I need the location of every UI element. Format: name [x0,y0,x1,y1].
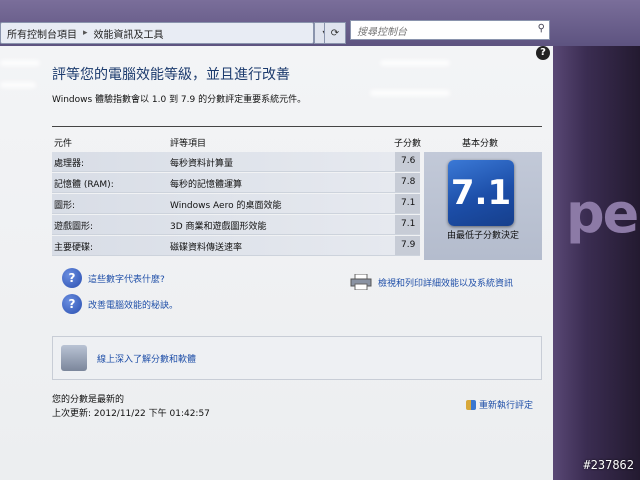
learn-more-link[interactable]: 線上深入了解分數和軟體 [61,345,196,371]
row-score: 7.6 [401,156,416,166]
table-row: 遊戲圖形: 3D 商業和遊戲圖形效能 7.1 [52,215,420,235]
base-score-tile: 7.1 [448,160,514,226]
screen-glare [380,60,450,66]
last-update: 上次更新: 2012/11/22 下午 01:42:57 [52,409,210,419]
breadcrumb-performance[interactable]: 效能資訊及工具 [88,26,170,41]
improve-label[interactable]: 改善電腦效能的秘訣。 [88,298,178,311]
row-score: 7.1 [401,198,416,208]
table-row: 主要硬碟: 磁碟資料傳送速率 7.9 [52,236,420,256]
watermark: #237862 [583,458,634,472]
page-title: 評等您的電腦效能等級，並且進行改善 [52,67,290,83]
row-component: 圖形: [54,201,76,211]
score-status: 您的分數是最新的 [52,395,125,405]
row-score: 7.9 [401,240,416,250]
header-component: 元件 [54,139,73,149]
learn-more-box: 線上深入了解分數和軟體 [52,336,542,380]
page-subtitle: Windows 體驗指數會以 1.0 到 7.9 的分數評定重要系統元件。 [52,95,307,105]
table-row: 記憶體 (RAM): 每秒的記憶體運算 7.8 [52,173,420,193]
base-score-caption: 由最低子分數決定 [446,231,519,241]
row-component: 處理器: [54,159,85,169]
search-icon[interactable]: ⚲ [538,23,545,34]
screen-glare [370,90,450,96]
score-cell: 7.9 [395,236,420,255]
score-cell: 7.6 [395,152,420,171]
row-item: Windows Aero 的桌面效能 [170,201,282,211]
score-table: 元件 評等項目 子分數 基本分數 處理器: 每秒資料計算量 7.6 記憶體 (R… [52,126,542,264]
tools-icon [61,345,87,371]
row-item: 每秒的記憶體運算 [170,180,243,190]
question-icon: ? [62,268,82,288]
row-component: 主要硬碟: [54,243,94,253]
row-score: 7.8 [401,177,416,187]
improve-link[interactable]: ? 改善電腦效能的秘訣。 [62,294,178,314]
header-rated-item: 評等項目 [170,139,207,149]
screen-glare [0,82,36,88]
print-details-link[interactable]: 檢視和列印詳細效能以及系統資訊 [350,273,513,291]
rerun-assessment-link[interactable]: 重新執行評定 [466,398,533,411]
learn-more-label[interactable]: 線上深入了解分數和軟體 [97,352,196,365]
print-details-label[interactable]: 檢視和列印詳細效能以及系統資訊 [378,276,513,289]
row-item: 磁碟資料傳送速率 [170,243,243,253]
row-component: 記憶體 (RAM): [54,180,114,190]
header-subscore: 子分數 [394,139,422,149]
score-cell: 7.1 [395,215,420,234]
base-score-panel: 7.1 由最低子分數決定 [424,152,542,260]
refresh-icon[interactable]: ⟳ [324,22,346,44]
divider [52,126,542,127]
help-icon[interactable]: ? [536,46,550,60]
row-item: 每秒資料計算量 [170,159,234,169]
row-component: 遊戲圖形: [54,222,94,232]
search-input[interactable]: 搜尋控制台 ⚲ [350,20,550,40]
header-base-score: 基本分數 [462,139,499,149]
what-mean-link[interactable]: ? 這些數字代表什麼? [62,268,165,288]
rerun-label[interactable]: 重新執行評定 [479,398,533,411]
table-row: 圖形: Windows Aero 的桌面效能 7.1 [52,194,420,214]
search-placeholder: 搜尋控制台 [357,26,407,38]
desktop-logo: pe [566,182,639,245]
main-content: ? 評等您的電腦效能等級，並且進行改善 Windows 體驗指數會以 1.0 到… [0,46,553,480]
address-bar[interactable]: 所有控制台項目 ▸ 效能資訊及工具 [0,22,314,44]
question-icon: ? [62,294,82,314]
screen-glare [0,60,40,66]
printer-icon [350,273,372,291]
what-mean-label[interactable]: 這些數字代表什麼? [88,272,165,285]
row-score: 7.1 [401,219,416,229]
shield-icon [466,399,476,410]
row-item: 3D 商業和遊戲圖形效能 [170,222,267,232]
breadcrumb-all-items[interactable]: 所有控制台項目 [1,26,83,41]
score-cell: 7.8 [395,173,420,192]
table-row: 處理器: 每秒資料計算量 7.6 [52,152,420,172]
score-cell: 7.1 [395,194,420,213]
